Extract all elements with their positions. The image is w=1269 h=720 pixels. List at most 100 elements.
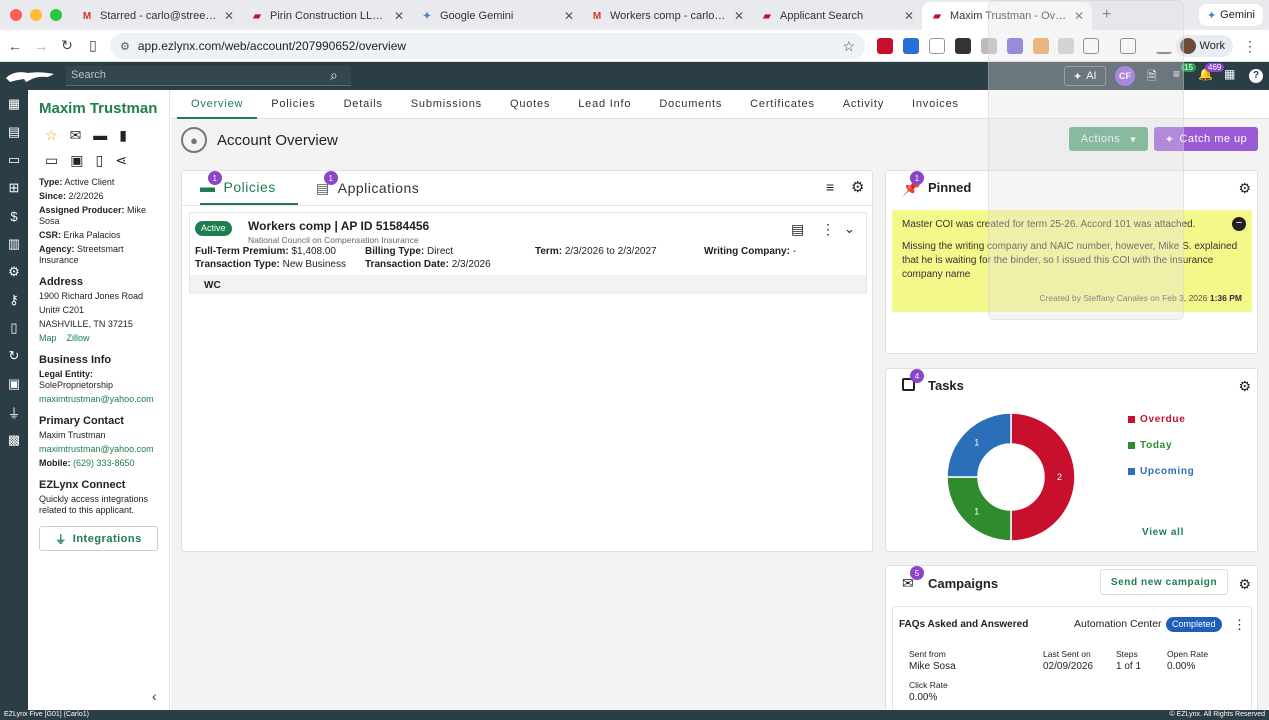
policy-title[interactable]: Workers comp | AP ID 51584456 — [248, 219, 429, 233]
view-all-link[interactable]: View all — [1142, 527, 1184, 538]
search-icon[interactable]: ⌕ — [330, 67, 338, 84]
close-window-button[interactable] — [10, 9, 22, 21]
tab-policies-card[interactable]: ▬ Policies 1 — [200, 171, 298, 205]
donut-slice-overdue[interactable] — [1010, 412, 1076, 542]
gear-icon[interactable]: ⚙ — [851, 178, 864, 196]
chevron-down-icon[interactable]: ⌄ — [844, 221, 855, 237]
browser-tab[interactable]: ✦ Google Gemini ✕ — [412, 2, 582, 30]
contacts-icon[interactable]: ▤ — [0, 118, 28, 146]
tab-overview[interactable]: Overview — [177, 90, 258, 119]
address-bar[interactable]: ⚙ app.ezlynx.com/web/account/207990652/o… — [110, 33, 865, 59]
browser-tab[interactable]: ▰ Applicant Search ✕ — [752, 2, 922, 30]
book-icon[interactable]: ▯ — [0, 314, 28, 342]
chat-icon[interactable]: ▬ — [93, 127, 107, 144]
browser-tab[interactable]: M Workers comp - carlo@streetsmart ✕ — [582, 2, 752, 30]
extension-icon[interactable] — [929, 38, 945, 54]
briefcase-icon[interactable]: ▣ — [70, 152, 83, 169]
extension-icon[interactable] — [903, 38, 919, 54]
back-icon[interactable]: ← — [2, 38, 28, 54]
gear-icon[interactable]: ⚙ — [1238, 378, 1251, 395]
close-tab-icon[interactable]: ✕ — [564, 9, 574, 23]
folder-icon[interactable]: ▭ — [0, 146, 28, 174]
tab-invoices[interactable]: Invoices — [898, 90, 973, 119]
apps-icon[interactable]: ▦ — [1224, 67, 1235, 81]
policies-count-badge: 1 — [208, 171, 222, 185]
ezlynx-logo[interactable] — [0, 62, 60, 90]
zillow-link[interactable]: Zillow — [67, 333, 90, 343]
browser-menu-icon[interactable]: ⋮ — [1243, 38, 1257, 55]
bookmark-star-icon[interactable]: ☆ — [842, 38, 855, 55]
email-icon[interactable]: ✉ — [70, 127, 82, 144]
search-input[interactable]: Search — [66, 66, 351, 86]
tab-details[interactable]: Details — [330, 90, 397, 119]
key-icon[interactable]: ⚷ — [0, 286, 28, 314]
campaign-item[interactable]: FAQs Asked and Answered Automation Cente… — [892, 606, 1252, 716]
minimize-window-button[interactable] — [30, 9, 42, 21]
chart-icon[interactable]: ▥ — [0, 230, 28, 258]
tab-lead-info[interactable]: Lead Info — [564, 90, 645, 119]
policy-item[interactable]: Active Workers comp | AP ID 51584456 Nat… — [189, 212, 867, 294]
csr-label: CSR: — [39, 230, 61, 240]
toolbox-icon[interactable]: ▩ — [0, 426, 28, 454]
tab-activity[interactable]: Activity — [829, 90, 898, 119]
reload-icon[interactable]: ↻ — [54, 37, 80, 54]
close-tab-icon[interactable]: ✕ — [904, 9, 914, 23]
sync-icon[interactable]: ↻ — [0, 342, 28, 370]
maximize-window-button[interactable] — [50, 9, 62, 21]
close-tab-icon[interactable]: ✕ — [734, 9, 744, 23]
billing-field: Billing Type: Direct — [365, 246, 453, 257]
tab-documents[interactable]: Documents — [645, 90, 736, 119]
dashboard-icon[interactable]: ▦ — [0, 90, 28, 118]
extension-icon[interactable] — [955, 38, 971, 54]
send-new-campaign-button[interactable]: Send new campaign — [1100, 569, 1228, 595]
briefcase-icon[interactable]: ▣ — [0, 370, 28, 398]
tab-applications[interactable]: ▤ Applications 1 — [316, 171, 419, 205]
since-label: Since: — [39, 191, 67, 201]
settings-icon[interactable]: ⚙ — [0, 258, 28, 286]
close-tab-icon[interactable]: ✕ — [394, 9, 404, 23]
unpin-icon[interactable]: − — [1232, 217, 1246, 231]
more-icon[interactable]: ⋮ — [1233, 617, 1246, 633]
tab-policies[interactable]: Policies — [257, 90, 329, 119]
more-icon[interactable]: ⋮ — [821, 221, 835, 238]
dollar-icon[interactable]: $ — [0, 202, 28, 230]
map-link[interactable]: Map — [39, 333, 57, 343]
profile-button[interactable]: Work — [1175, 35, 1233, 57]
sort-icon[interactable]: ≡ — [826, 179, 834, 195]
txn-date-label: Transaction Date: — [365, 259, 449, 270]
legend-overdue[interactable]: Overdue — [1128, 414, 1185, 425]
mobile-label: Mobile: — [39, 458, 71, 468]
star-icon[interactable]: ☆ — [45, 127, 58, 144]
tab-certificates[interactable]: Certificates — [736, 90, 829, 119]
gear-icon[interactable]: ⚙ — [1238, 180, 1251, 197]
collapse-sidebar-icon[interactable]: ‹ — [152, 688, 157, 704]
txn-date-field: Transaction Date: 2/3/2026 — [365, 259, 491, 270]
mobile-link[interactable]: (629) 333-8650 — [73, 458, 135, 468]
tab-submissions[interactable]: Submissions — [397, 90, 496, 119]
browser-tab[interactable]: ▰ Pirin Construction LLC - Activity ✕ — [242, 2, 412, 30]
phone-icon[interactable]: ▮ — [119, 127, 127, 144]
extension-icon[interactable] — [877, 38, 893, 54]
close-tab-icon[interactable]: ✕ — [224, 9, 234, 23]
clipboard-icon[interactable]: ▤ — [791, 221, 804, 238]
legend-today[interactable]: Today — [1128, 440, 1172, 451]
sidebar-toggle-icon[interactable]: ▯ — [80, 37, 106, 54]
share-icon[interactable]: ⋖ — [115, 152, 127, 169]
legend-upcoming[interactable]: Upcoming — [1128, 466, 1195, 477]
hierarchy-icon[interactable]: ⊞ — [0, 174, 28, 202]
tab-quotes[interactable]: Quotes — [496, 90, 564, 119]
help-icon[interactable]: ? — [1249, 69, 1263, 83]
browser-tab[interactable]: M Starred - carlo@streetsmart.co ✕ — [72, 2, 242, 30]
id-card-icon[interactable]: ▭ — [45, 152, 58, 169]
business-email-link[interactable]: maximtrustman@yahoo.com — [39, 394, 169, 405]
site-settings-icon[interactable]: ⚙ — [120, 40, 130, 53]
plug-icon[interactable]: ⏚ — [0, 398, 28, 426]
writing-company-field: Writing Company: - — [704, 246, 796, 257]
gear-icon[interactable]: ⚙ — [1238, 576, 1251, 593]
forward-icon[interactable]: → — [28, 38, 54, 54]
contact-email-link[interactable]: maximtrustman@yahoo.com — [39, 444, 169, 455]
gemini-button[interactable]: ✦ Gemini — [1198, 4, 1263, 26]
integrations-button[interactable]: ⏚ Integrations — [39, 526, 158, 551]
dollar-document-icon[interactable]: ▯ — [95, 152, 103, 169]
mobile-row: Mobile: (629) 333-8650 — [39, 458, 169, 469]
